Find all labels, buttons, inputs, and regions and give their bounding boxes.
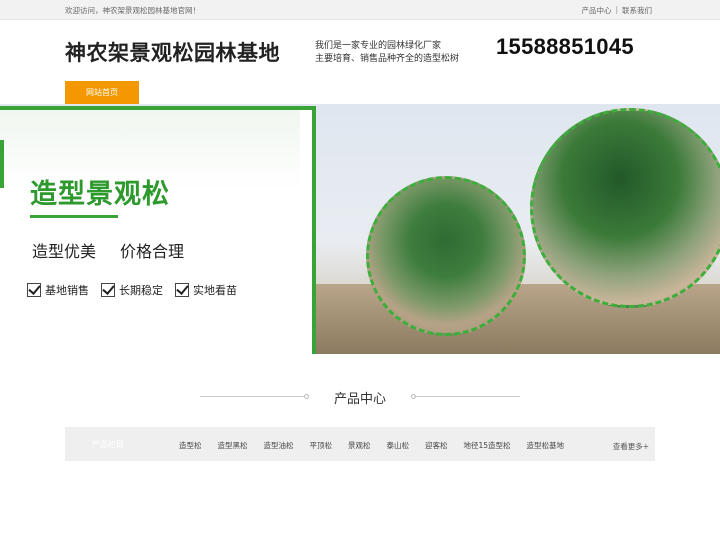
checkbox-icon [27, 283, 41, 297]
banner-features: 造型优美 价格合理 [32, 238, 184, 262]
category-link[interactable]: 地径15造型松 [464, 440, 511, 451]
nav-home-button[interactable]: 网站首页 [65, 81, 139, 104]
feature-price: 价格合理 [120, 242, 185, 261]
banner-text-panel: 造型景观松 造型优美 价格合理 基地销售 长期稳定 实地看苗 [0, 106, 316, 354]
pine-tree-photo-large [530, 108, 720, 308]
category-heading: 产品栏目 [65, 427, 155, 461]
checkbox-icon [101, 283, 115, 297]
top-link-products[interactable]: 产品中心 [581, 5, 611, 16]
products-section-heading: 产品中心 [200, 386, 520, 407]
feature-shape: 造型优美 [32, 242, 97, 261]
check-item: 基地销售 [27, 282, 89, 298]
category-link[interactable]: 景观松 [348, 440, 371, 451]
top-links: 产品中心 | 联系我们 [581, 5, 652, 16]
site-title[interactable]: 神农架景观松园林基地 [65, 37, 280, 67]
tagline-line-1: 我们是一家专业的园林绿化厂家 [315, 41, 442, 51]
panel-accent-bar [0, 140, 4, 188]
view-more-link[interactable]: 查看更多+ [613, 441, 649, 452]
phone-number: 15588851045 [496, 34, 634, 59]
check-label: 实地看苗 [193, 284, 237, 297]
category-link[interactable]: 造型油松 [264, 440, 294, 451]
checkbox-icon [175, 283, 189, 297]
section-title: 产品中心 [333, 392, 386, 407]
category-link[interactable]: 造型松基地 [527, 440, 565, 451]
tagline-line-2: 主要培育、销售品种齐全的造型松树 [315, 54, 460, 64]
check-item: 实地看苗 [175, 282, 237, 298]
check-label: 基地销售 [45, 284, 89, 297]
category-link[interactable]: 平顶松 [310, 440, 333, 451]
site-header: 神农架景观松园林基地 我们是一家专业的园林绿化厂家 主要培育、销售品种齐全的造型… [0, 20, 720, 104]
headline-underline [30, 215, 118, 218]
check-label: 长期稳定 [119, 284, 163, 297]
category-list: 造型松 造型黑松 造型油松 平顶松 景观松 泰山松 迎客松 地径15造型松 造型… [179, 440, 580, 451]
category-heading-label: 产品栏目 [92, 439, 124, 449]
category-link[interactable]: 造型松 [179, 440, 202, 451]
top-link-contact[interactable]: 联系我们 [622, 5, 652, 16]
top-link-separator: | [615, 5, 618, 14]
category-link[interactable]: 泰山松 [387, 440, 410, 451]
hero-banner[interactable]: 造型景观松 造型优美 价格合理 基地销售 长期稳定 实地看苗 [0, 104, 720, 354]
tagline: 我们是一家专业的园林绿化厂家 主要培育、销售品种齐全的造型松树 [315, 40, 459, 66]
category-bar: 产品栏目 造型松 造型黑松 造型油松 平顶松 景观松 泰山松 迎客松 地径15造… [65, 427, 655, 461]
welcome-text: 欢迎访问，神农架景观松园林基地官网！ [65, 6, 200, 15]
heading-line-right [414, 396, 520, 397]
check-item: 长期稳定 [101, 282, 163, 298]
category-link[interactable]: 迎客松 [425, 440, 448, 451]
banner-headline: 造型景观松 [30, 179, 170, 210]
bonsai-pine-photo [366, 176, 526, 336]
category-link[interactable]: 造型黑松 [218, 440, 248, 451]
banner-checklist: 基地销售 长期稳定 实地看苗 [27, 282, 237, 298]
top-bar: 欢迎访问，神农架景观松园林基地官网！ 产品中心 | 联系我们 [0, 0, 720, 20]
